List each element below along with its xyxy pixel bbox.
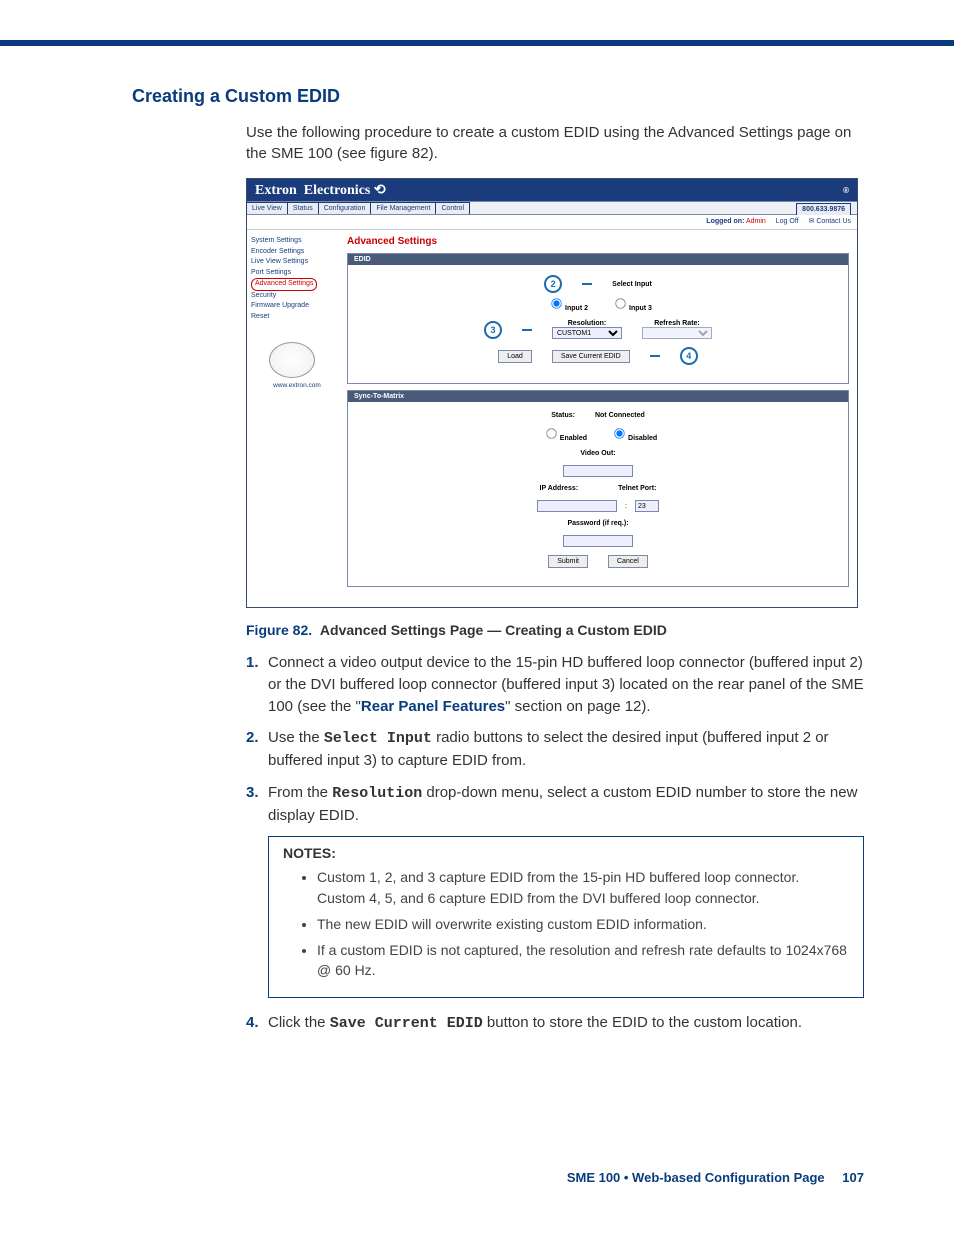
- sidebar-item[interactable]: Security: [251, 291, 343, 302]
- submit-button[interactable]: Submit: [548, 555, 588, 568]
- enabled-radio[interactable]: [546, 428, 556, 438]
- log-off-link[interactable]: Log Off: [776, 218, 799, 225]
- input2-label: Input 2: [565, 305, 588, 312]
- status-label: Status:: [551, 412, 575, 419]
- callout-3: 3: [484, 321, 502, 339]
- password-input[interactable]: [563, 535, 633, 547]
- input3-radio[interactable]: [615, 298, 625, 308]
- sidebar-item[interactable]: Firmware Upgrade: [251, 301, 343, 312]
- tab-control[interactable]: Control: [435, 202, 470, 214]
- extron-logo-icon: [269, 342, 315, 378]
- refresh-rate-label: Refresh Rate:: [654, 320, 700, 327]
- ip-address-input[interactable]: [537, 500, 617, 512]
- top-border-bar: [0, 40, 954, 46]
- telnet-port-label: Telnet Port:: [618, 485, 656, 492]
- note-item: Custom 1, 2, and 3 capture EDID from the…: [317, 867, 849, 908]
- registered-mark: ®: [843, 186, 849, 195]
- rear-panel-features-link[interactable]: Rear Panel Features: [361, 698, 505, 715]
- note-item: If a custom EDID is not captured, the re…: [317, 940, 849, 981]
- disabled-label: Disabled: [628, 435, 657, 442]
- save-current-edid-button[interactable]: Save Current EDID: [552, 350, 630, 363]
- contact-us-link[interactable]: ✉ Contact Us: [809, 218, 851, 225]
- edid-panel: EDID 2 Select Input Input 2 Input 3 3: [347, 253, 849, 384]
- video-out-input[interactable]: [563, 465, 633, 477]
- extron-url[interactable]: www.extron.com: [251, 381, 343, 391]
- select-input-label: Select Input: [612, 281, 652, 288]
- sync-panel-header: Sync-To-Matrix: [348, 391, 848, 402]
- sidebar-item-selected[interactable]: Advanced Settings: [251, 278, 317, 291]
- input2-radio[interactable]: [551, 298, 561, 308]
- tab-configuration[interactable]: Configuration: [318, 202, 372, 214]
- figure-caption: Figure 82. Advanced Settings Page — Crea…: [246, 622, 864, 638]
- disabled-radio[interactable]: [614, 428, 624, 438]
- tab-file-management[interactable]: File Management: [370, 202, 436, 214]
- edid-panel-header: EDID: [348, 254, 848, 265]
- notes-box: NOTES: Custom 1, 2, and 3 capture EDID f…: [268, 836, 864, 997]
- phone-number: 800.633.9876: [796, 203, 851, 215]
- callout-4: 4: [680, 347, 698, 365]
- intro-paragraph: Use the following procedure to create a …: [246, 122, 864, 164]
- step-3: From the Resolution drop-down menu, sele…: [268, 782, 864, 827]
- sidebar-item[interactable]: Reset: [251, 312, 343, 323]
- advanced-settings-screenshot: Extron Electronics ⟲ ® Live View Status …: [246, 178, 858, 608]
- callout-2: 2: [544, 275, 562, 293]
- ip-address-label: IP Address:: [540, 485, 579, 492]
- resolution-label: Resolution:: [568, 320, 607, 327]
- enabled-label: Enabled: [560, 435, 587, 442]
- status-value: Not Connected: [595, 412, 645, 419]
- brand-logo-text: Extron Electronics ⟲: [255, 182, 386, 199]
- sidebar-item[interactable]: Port Settings: [251, 268, 343, 279]
- page-footer: SME 100 • Web-based Configuration Page 1…: [567, 1170, 864, 1185]
- cancel-button[interactable]: Cancel: [608, 555, 648, 568]
- telnet-port-input[interactable]: [635, 500, 659, 512]
- sidebar-item[interactable]: Encoder Settings: [251, 247, 343, 258]
- step-1: Connect a video output device to the 15-…: [268, 652, 864, 717]
- video-out-label: Video Out:: [580, 450, 615, 457]
- tab-status[interactable]: Status: [287, 202, 319, 214]
- resolution-select[interactable]: CUSTOM1: [552, 327, 622, 339]
- tab-live-view[interactable]: Live View: [246, 202, 288, 214]
- step-2: Use the Select Input radio buttons to se…: [268, 727, 864, 772]
- load-button[interactable]: Load: [498, 350, 532, 363]
- notes-heading: NOTES:: [283, 845, 849, 861]
- logged-on-user: Admin: [746, 218, 766, 225]
- logged-on-label: Logged on:: [706, 218, 744, 225]
- note-item: The new EDID will overwrite existing cus…: [317, 914, 849, 934]
- password-label: Password (if req.):: [567, 520, 628, 527]
- sync-to-matrix-panel: Sync-To-Matrix Status: Not Connected Ena…: [347, 390, 849, 587]
- sidebar-item[interactable]: Live View Settings: [251, 257, 343, 268]
- input3-label: Input 3: [629, 305, 652, 312]
- panel-title: Advanced Settings: [347, 236, 849, 247]
- refresh-rate-select[interactable]: [642, 327, 712, 339]
- sidebar-item[interactable]: System Settings: [251, 236, 343, 247]
- page-heading: Creating a Custom EDID: [132, 86, 864, 107]
- step-4: Click the Save Current EDID button to st…: [268, 1012, 864, 1035]
